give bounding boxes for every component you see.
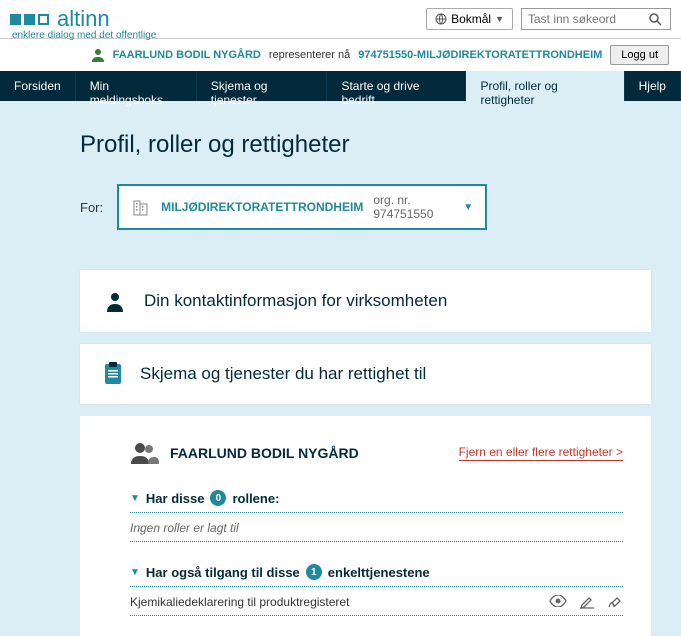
selected-org-nr: org. nr. 974751550	[373, 193, 453, 221]
people-icon	[130, 442, 160, 464]
roles-count-badge: 0	[210, 490, 226, 506]
nav-forsiden[interactable]: Forsiden	[0, 71, 76, 101]
building-icon	[131, 197, 151, 217]
roles-heading-prefix: Har disse	[146, 491, 205, 506]
services-heading-prefix: Har også tilgang til disse	[146, 565, 300, 580]
user-icon	[91, 48, 105, 62]
triangle-down-icon: ▼	[130, 567, 140, 578]
rights-panel: FAARLUND BODIL NYGÅRD Fjern en eller fle…	[80, 416, 651, 636]
nav-skjema[interactable]: Skjema og tjenester	[197, 71, 328, 101]
current-org: 974751550-MILJØDIREKTORATETTRONDHEIM	[358, 49, 602, 61]
search-input[interactable]	[528, 12, 648, 26]
page-title: Profil, roller og rettigheter	[80, 131, 651, 159]
services-section-header[interactable]: ▼ Har også tilgang til disse 1 enkelttje…	[130, 564, 623, 587]
nav-profil[interactable]: Profil, roller og rettigheter	[466, 71, 624, 101]
language-selector[interactable]: Bokmål ▼	[426, 8, 513, 30]
user-bar: FAARLUND BODIL NYGÅRD representerer nå 9…	[0, 39, 681, 71]
contact-info-card[interactable]: Din kontaktinformasjon for virksomheten	[80, 270, 651, 332]
roles-section-header[interactable]: ▼ Har disse 0 rollene:	[130, 490, 623, 513]
logo[interactable]: altinn	[10, 6, 110, 32]
view-icon[interactable]	[549, 595, 567, 609]
caret-down-icon: ▼	[495, 14, 504, 24]
remove-rights-link[interactable]: Fjern en eller flere rettigheter >	[459, 445, 623, 461]
language-label: Bokmål	[451, 12, 491, 26]
search-box[interactable]	[521, 8, 671, 30]
tagline: enklere dialog med det offentlige	[12, 30, 156, 41]
services-count-badge: 1	[306, 564, 322, 580]
globe-icon	[435, 13, 447, 25]
services-heading-suffix: enkelttjenestene	[328, 565, 430, 580]
roles-empty-text: Ingen roller er lagt til	[130, 513, 623, 542]
clipboard-icon	[102, 362, 124, 386]
org-selector[interactable]: MILJØDIREKTORATETTRONDHEIM org. nr. 9747…	[117, 184, 487, 230]
search-icon[interactable]	[648, 12, 662, 26]
selected-org-name: MILJØDIREKTORATETTRONDHEIM	[161, 200, 363, 214]
triangle-down-icon: ▼	[130, 493, 140, 504]
current-user-name: FAARLUND BODIL NYGÅRD	[113, 49, 261, 61]
caret-down-icon: ▼	[463, 202, 473, 213]
panel-person-name: FAARLUND BODIL NYGÅRD	[170, 445, 359, 461]
nav-meldingsboks[interactable]: Min meldingsboks	[76, 71, 197, 101]
nav-hjelp[interactable]: Hjelp	[625, 71, 681, 101]
for-label: For:	[80, 200, 103, 215]
service-row: Kjemikaliedeklarering til produktregiste…	[130, 587, 623, 616]
sign-icon[interactable]	[607, 595, 623, 609]
nav-bedrift[interactable]: Starte og drive bedrift	[327, 71, 466, 101]
logo-mark-icon	[10, 14, 49, 25]
rights-card-header[interactable]: Skjema og tjenester du har rettighet til	[80, 344, 651, 404]
main-nav: Forsiden Min meldingsboks Skjema og tjen…	[0, 71, 681, 101]
contact-card-title: Din kontaktinformasjon for virksomheten	[144, 291, 447, 311]
brand-name: altinn	[57, 6, 110, 32]
edit-icon[interactable]	[579, 595, 595, 609]
logout-button[interactable]: Logg ut	[610, 45, 669, 65]
rights-card-title: Skjema og tjenester du har rettighet til	[140, 364, 426, 384]
person-icon	[102, 288, 128, 314]
represents-text: representerer nå	[269, 49, 350, 61]
service-name: Kjemikaliedeklarering til produktregiste…	[130, 595, 349, 609]
roles-heading-suffix: rollene:	[232, 491, 279, 506]
